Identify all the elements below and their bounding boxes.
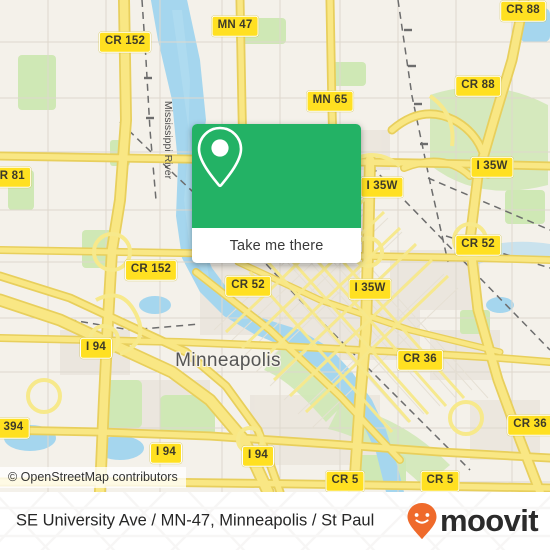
map-river-label: Mississippi River [162, 100, 174, 180]
shield-cr-36-east[interactable]: CR 36 [507, 414, 550, 436]
map-city-label: Minneapolis [175, 350, 281, 371]
shield-cr-5-east[interactable]: CR 5 [420, 470, 460, 492]
shield-i-35w-east[interactable]: I 35W [470, 156, 514, 178]
card-action-label: Take me there [229, 237, 324, 254]
shield-i-94-south[interactable]: I 94 [150, 442, 182, 464]
map-canvas[interactable]: Minneapolis Mississippi River CR 152 MN … [0, 0, 550, 492]
moovit-logo[interactable]: moovit [406, 502, 539, 540]
moovit-wordmark: moovit [439, 503, 539, 538]
shield-cr-36-mid[interactable]: CR 36 [397, 349, 443, 371]
card-icon-area [192, 124, 361, 228]
shield-cr-88-north[interactable]: CR 88 [500, 0, 546, 22]
shield-i-94-west[interactable]: I 94 [80, 337, 112, 359]
shield-cr-5-west[interactable]: CR 5 [325, 470, 365, 492]
shield-i-394[interactable]: I 394 [0, 417, 30, 439]
location-title: SE University Ave / MN-47, Minneapolis /… [16, 511, 375, 530]
shield-mn-47[interactable]: MN 47 [211, 15, 259, 37]
moovit-pin-icon [407, 503, 437, 539]
take-me-there-card[interactable]: Take me there [192, 124, 361, 263]
shield-cr-52-central[interactable]: CR 52 [225, 275, 271, 297]
shield-i-94-southeast[interactable]: I 94 [242, 445, 274, 467]
footer-bar: SE University Ave / MN-47, Minneapolis /… [0, 492, 550, 550]
card-action-area[interactable]: Take me there [192, 228, 361, 263]
shield-cr-152-north[interactable]: CR 152 [98, 31, 152, 53]
shield-cr-88-mid[interactable]: CR 88 [455, 75, 501, 97]
shield-mn-65[interactable]: MN 65 [306, 90, 354, 112]
map-attribution[interactable]: © OpenStreetMap contributors [0, 467, 186, 488]
shield-cr-152-south[interactable]: CR 152 [124, 259, 178, 281]
shield-cr-52-east[interactable]: CR 52 [455, 234, 501, 256]
screen: Minneapolis Mississippi River CR 152 MN … [0, 0, 550, 550]
map-pin-icon [197, 126, 243, 188]
shield-cr-81[interactable]: CR 81 [0, 166, 31, 188]
shield-i-35w-central[interactable]: I 35W [348, 278, 392, 300]
shield-i-35w-north[interactable]: I 35W [360, 176, 404, 198]
